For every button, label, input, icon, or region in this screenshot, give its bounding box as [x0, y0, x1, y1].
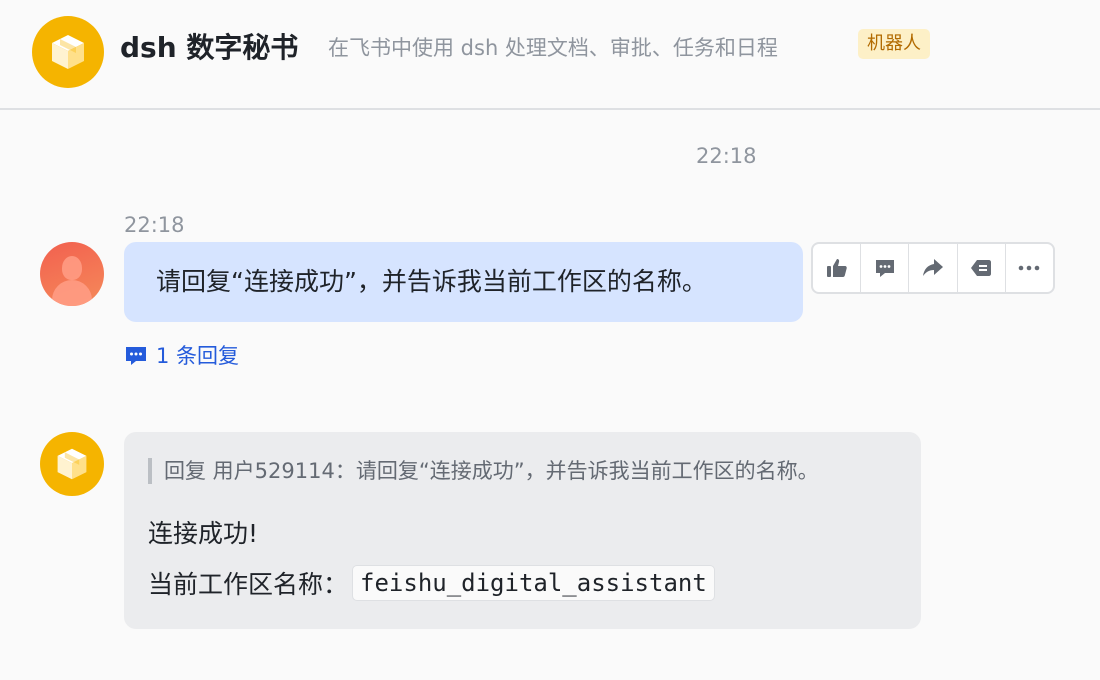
- user-avatar-icon: [62, 256, 82, 280]
- comment-button[interactable]: [861, 244, 910, 292]
- chat-header: dsh 数字秘书 在飞书中使用 dsh 处理文档、审批、任务和日程 机器人: [0, 0, 1100, 110]
- timeline-timestamp: 22:18: [696, 144, 757, 168]
- thumbs-up-icon: [826, 259, 847, 277]
- forward-icon: [923, 259, 943, 276]
- user-message-bubble[interactable]: 请回复“连接成功”，并告诉我当前工作区的名称。: [124, 242, 803, 322]
- chat-description: 在飞书中使用 dsh 处理文档、审批、任务和日程: [328, 36, 778, 60]
- bot-message-avatar[interactable]: [40, 432, 104, 496]
- box-icon: [57, 448, 87, 480]
- bot-reply-status: 连接成功!: [148, 519, 259, 548]
- user-avatar-body: [52, 280, 92, 306]
- more-button[interactable]: [1006, 244, 1053, 292]
- box-icon: [52, 35, 84, 69]
- comment-icon: [875, 260, 894, 277]
- user-avatar[interactable]: [40, 242, 104, 306]
- workspace-code: feishu_digital_assistant: [352, 565, 715, 601]
- like-button[interactable]: [813, 244, 862, 292]
- thread-reply-link[interactable]: 1 条回复: [124, 340, 239, 370]
- reply-quote[interactable]: 回复 用户529114：请回复“连接成功”，并告诉我当前工作区的名称。: [148, 458, 819, 484]
- recall-button[interactable]: [958, 244, 1006, 292]
- recall-icon: [971, 260, 992, 276]
- reply-count-label: 1 条回复: [156, 344, 240, 368]
- bot-reply-workspace: 当前工作区名称： feishu_digital_assistant: [148, 565, 715, 601]
- message-timestamp: 22:18: [124, 213, 185, 237]
- more-icon: [1019, 265, 1040, 271]
- forward-button[interactable]: [909, 244, 958, 292]
- bot-avatar[interactable]: [32, 16, 104, 88]
- chat-title: dsh 数字秘书: [120, 31, 299, 64]
- workspace-label: 当前工作区名称：: [148, 570, 349, 599]
- bot-badge: 机器人: [858, 29, 930, 59]
- thread-comment-icon: [126, 347, 146, 365]
- message-action-toolbar: [811, 242, 1055, 294]
- bot-message-bubble[interactable]: 回复 用户529114：请回复“连接成功”，并告诉我当前工作区的名称。 连接成功…: [124, 432, 921, 629]
